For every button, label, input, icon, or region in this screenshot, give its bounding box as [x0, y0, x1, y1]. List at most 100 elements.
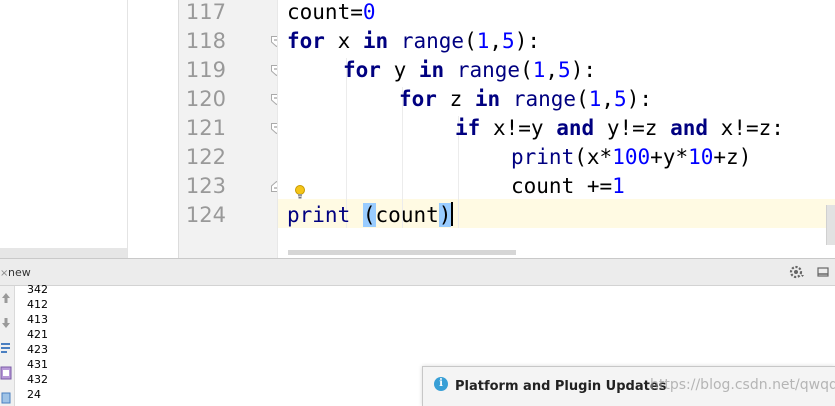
code-token: z — [644, 116, 658, 140]
console-line: 421 — [27, 328, 48, 341]
console-line: 412 — [27, 298, 48, 311]
editor-left-margin — [127, 0, 178, 258]
watermark: https://blog.csdn.net/qwqq233 — [650, 377, 835, 393]
scrollbar-thumb[interactable] — [288, 250, 516, 255]
code-token: * — [675, 145, 689, 169]
code-token: != — [733, 116, 759, 140]
console-toolbar — [0, 286, 15, 406]
info-icon: i — [434, 377, 448, 391]
code-line-119: for y in range(1,5): — [343, 56, 596, 85]
code-token: for — [287, 29, 325, 53]
run-tool-window-header: × new — [0, 258, 835, 286]
code-token: ( — [576, 87, 589, 111]
code-token: x — [720, 116, 734, 140]
print-icon[interactable] — [0, 366, 12, 380]
line-number: 124 — [185, 203, 226, 227]
code-area[interactable]: count=0 for x in range(1,5): for y in ra… — [278, 0, 835, 258]
code-token: x — [586, 145, 600, 169]
code-token: 100 — [612, 145, 651, 169]
gear-icon[interactable] — [789, 264, 805, 280]
scroll-up-icon[interactable] — [0, 291, 12, 305]
code-token: ) — [738, 145, 752, 169]
code-token: y — [393, 58, 407, 82]
code-token: 1 — [476, 29, 490, 53]
code-line-123: count +=1 — [511, 172, 625, 201]
project-panel-scrollbar[interactable] — [0, 248, 127, 258]
code-token: for — [399, 87, 437, 111]
code-token: + — [650, 145, 663, 169]
code-token: : — [639, 87, 653, 111]
text-caret — [451, 202, 454, 226]
code-token: z — [726, 145, 739, 169]
code-token: = — [350, 0, 363, 24]
code-token: 5 — [614, 87, 627, 111]
code-editor[interactable]: 117 118 119 120 121 122 123 124 count=0 … — [0, 0, 835, 258]
code-token: if — [455, 116, 481, 140]
code-token: z — [758, 116, 772, 140]
run-tab-label[interactable]: new — [8, 266, 31, 279]
editor-horizontal-scrollbar[interactable] — [278, 248, 835, 258]
code-token: count — [511, 174, 575, 198]
code-token: count — [375, 203, 439, 227]
line-number-gutter[interactable]: 117 118 119 120 121 122 123 124 — [178, 0, 282, 258]
code-token: : — [583, 58, 597, 82]
scroll-down-icon[interactable] — [0, 316, 12, 330]
code-token: print — [511, 145, 575, 169]
code-token: += — [574, 174, 613, 198]
code-token: y — [530, 116, 544, 140]
lightbulb-icon[interactable] — [293, 184, 307, 200]
line-number: 120 — [185, 87, 226, 111]
editor-vertical-scrollbar-thumb[interactable] — [826, 205, 835, 245]
code-line-122: print(x*100+y*10+z) — [511, 143, 751, 172]
code-line-120: for z in range(1,5): — [399, 85, 652, 114]
console-line: 342 — [27, 283, 48, 296]
line-number: 117 — [185, 0, 226, 24]
soft-wrap-icon[interactable] — [0, 341, 12, 355]
line-number: 121 — [185, 116, 226, 140]
clear-console-icon[interactable] — [0, 390, 12, 404]
matched-paren: ( — [362, 203, 376, 227]
notification-title[interactable]: Platform and Plugin Updates — [455, 379, 666, 394]
console-line: 423 — [27, 343, 48, 356]
code-line-117: count=0 — [287, 0, 376, 27]
code-token: for — [343, 58, 381, 82]
code-token: z — [449, 87, 463, 111]
code-token: 10 — [688, 145, 714, 169]
code-token: and — [556, 116, 595, 140]
code-token: in — [474, 87, 501, 111]
code-token: y — [662, 145, 676, 169]
code-token: and — [670, 116, 709, 140]
code-token: , — [489, 29, 503, 53]
code-token: 5 — [502, 29, 515, 53]
code-token: x — [337, 29, 351, 53]
code-token: ( — [464, 29, 477, 53]
line-number: 118 — [185, 29, 226, 53]
code-token: in — [362, 29, 389, 53]
code-token: range — [400, 29, 465, 53]
code-token: , — [601, 87, 615, 111]
code-token: * — [599, 145, 613, 169]
code-line-124: print (count) — [287, 201, 454, 230]
code-token: range — [456, 58, 521, 82]
hide-panel-icon[interactable] — [817, 267, 829, 277]
code-token: 1 — [588, 87, 602, 111]
project-panel-strip — [0, 0, 127, 258]
code-token: : — [527, 29, 541, 53]
code-token: 1 — [532, 58, 546, 82]
console-line: 413 — [27, 313, 48, 326]
console-output: 342 412 413 421 423 431 432 24 — [27, 282, 48, 402]
code-token: range — [512, 87, 577, 111]
code-token: count — [287, 0, 351, 24]
line-number: 123 — [185, 174, 226, 198]
